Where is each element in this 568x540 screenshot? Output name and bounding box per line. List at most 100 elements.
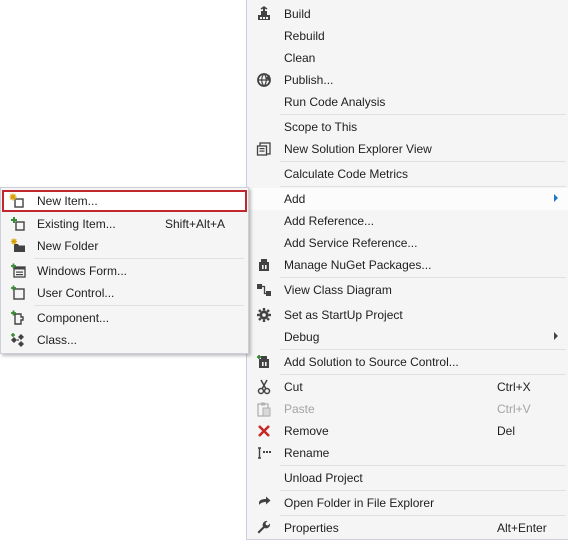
menu-item-add[interactable]: Add — [247, 188, 568, 210]
open-folder-icon — [256, 495, 272, 511]
menu-item-label: Clean — [284, 51, 316, 65]
menu-item-label: Paste — [284, 402, 315, 416]
shortcut-text: Ctrl+V — [497, 402, 531, 416]
menu-item-label: Add Reference... — [284, 214, 375, 228]
menu-item-run-code-analysis[interactable]: Run Code Analysis — [247, 91, 568, 113]
submenu-item-class[interactable]: Class... — [1, 329, 248, 351]
menu-item-label: Set as StartUp Project — [284, 308, 403, 322]
menu-item-label: New Folder — [37, 239, 99, 253]
windows-form-icon — [10, 263, 26, 279]
menu-item-label: Publish... — [284, 73, 334, 87]
paste-icon — [256, 401, 272, 417]
menu-item-label: Properties — [284, 521, 339, 535]
menu-separator — [280, 349, 566, 350]
new-item-icon — [9, 193, 25, 209]
menu-item-label: Manage NuGet Packages... — [284, 258, 432, 272]
menu-item-label: Scope to This — [284, 120, 358, 134]
menu-item-build[interactable]: Build — [247, 3, 568, 25]
submenu-item-new-folder[interactable]: New Folder — [1, 235, 248, 257]
rename-icon — [256, 445, 272, 461]
submenu-item-existing-item[interactable]: Existing Item... Shift+Alt+A — [1, 213, 248, 235]
shortcut-text: Shift+Alt+A — [165, 217, 226, 231]
menu-item-set-as-startup-project[interactable]: Set as StartUp Project — [247, 304, 568, 326]
menu-item-label: Component... — [37, 311, 110, 325]
menu-item-rename[interactable]: Rename — [247, 442, 568, 464]
new-folder-icon — [10, 238, 26, 254]
menu-item-label: Open Folder in File Explorer — [284, 496, 435, 510]
menu-item-label: Add Service Reference... — [284, 236, 418, 250]
class-diagram-icon — [256, 282, 272, 298]
menu-item-label: Add Solution to Source Control... — [284, 355, 459, 369]
submenu-item-windows-form[interactable]: Windows Form... — [1, 260, 248, 282]
menu-item-unload-project[interactable]: Unload Project — [247, 467, 568, 489]
add-submenu: New Item... Existing Item... Shift+Alt+A… — [0, 187, 249, 354]
menu-item-label: New Item... — [37, 194, 98, 208]
menu-item-calculate-code-metrics[interactable]: Calculate Code Metrics — [247, 163, 568, 185]
new-view-icon — [256, 141, 272, 157]
menu-separator — [280, 515, 566, 516]
menu-separator — [34, 258, 244, 259]
gear-icon — [256, 307, 272, 323]
wrench-icon — [256, 520, 272, 536]
menu-separator — [280, 114, 566, 115]
menu-item-cut[interactable]: Cut Ctrl+X — [247, 376, 568, 398]
menu-item-label: Existing Item... — [37, 217, 116, 231]
submenu-item-user-control[interactable]: User Control... — [1, 282, 248, 304]
menu-item-label: Calculate Code Metrics — [284, 167, 409, 181]
submenu-arrow-icon — [554, 332, 558, 340]
menu-separator — [34, 305, 244, 306]
nuget-icon — [256, 257, 272, 273]
menu-item-label: Class... — [37, 333, 78, 347]
shortcut-text: Alt+Enter — [497, 521, 547, 535]
menu-separator — [280, 277, 566, 278]
menu-item-label: Cut — [284, 380, 303, 394]
menu-item-scope-to-this[interactable]: Scope to This — [247, 116, 568, 138]
menu-item-open-folder-in-file-explorer[interactable]: Open Folder in File Explorer — [247, 492, 568, 514]
build-icon — [256, 6, 272, 22]
class-icon — [10, 332, 26, 348]
menu-item-manage-nuget-packages[interactable]: Manage NuGet Packages... — [247, 254, 568, 276]
menu-item-label: Rebuild — [284, 29, 325, 43]
menu-item-label: Remove — [284, 424, 329, 438]
menu-separator — [280, 186, 566, 187]
menu-item-remove[interactable]: Remove Del — [247, 420, 568, 442]
source-control-icon — [256, 354, 272, 370]
menu-item-label: User Control... — [37, 286, 115, 300]
menu-item-view-class-diagram[interactable]: View Class Diagram — [247, 279, 568, 301]
menu-item-new-solution-explorer-view[interactable]: New Solution Explorer View — [247, 138, 568, 160]
menu-separator — [280, 161, 566, 162]
submenu-arrow-icon — [554, 194, 558, 202]
user-control-icon — [10, 285, 26, 301]
component-icon — [10, 310, 26, 326]
existing-item-icon — [10, 216, 26, 232]
menu-item-add-reference[interactable]: Add Reference... — [247, 210, 568, 232]
shortcut-text: Del — [497, 424, 516, 438]
menu-item-label: Unload Project — [284, 471, 363, 485]
menu-item-label: View Class Diagram — [284, 283, 392, 297]
menu-item-label: Run Code Analysis — [284, 95, 386, 109]
publish-icon — [256, 72, 272, 88]
menu-item-label: Add — [284, 192, 306, 206]
menu-item-paste: Paste Ctrl+V — [247, 398, 568, 420]
menu-item-debug[interactable]: Debug — [247, 326, 568, 348]
menu-item-rebuild[interactable]: Rebuild — [247, 25, 568, 47]
menu-item-properties[interactable]: Properties Alt+Enter — [247, 517, 568, 539]
menu-item-label: New Solution Explorer View — [284, 142, 432, 156]
shortcut-text: Ctrl+X — [497, 380, 531, 394]
menu-item-label: Build — [284, 7, 311, 21]
menu-separator — [280, 374, 566, 375]
menu-separator — [280, 465, 566, 466]
menu-item-add-service-reference[interactable]: Add Service Reference... — [247, 232, 568, 254]
menu-item-label: Rename — [284, 446, 330, 460]
menu-item-publish[interactable]: Publish... — [247, 69, 568, 91]
project-context-menu: Build Rebuild Clean Publish... Run Code … — [246, 0, 568, 540]
menu-item-label: Windows Form... — [37, 264, 128, 278]
scissors-icon — [256, 379, 272, 395]
menu-separator — [280, 490, 566, 491]
submenu-item-new-item[interactable]: New Item... — [2, 190, 247, 212]
submenu-item-component[interactable]: Component... — [1, 307, 248, 329]
menu-item-add-solution-to-source-control[interactable]: Add Solution to Source Control... — [247, 351, 568, 373]
remove-icon — [256, 423, 272, 439]
menu-item-clean[interactable]: Clean — [247, 47, 568, 69]
menu-item-label: Debug — [284, 330, 320, 344]
